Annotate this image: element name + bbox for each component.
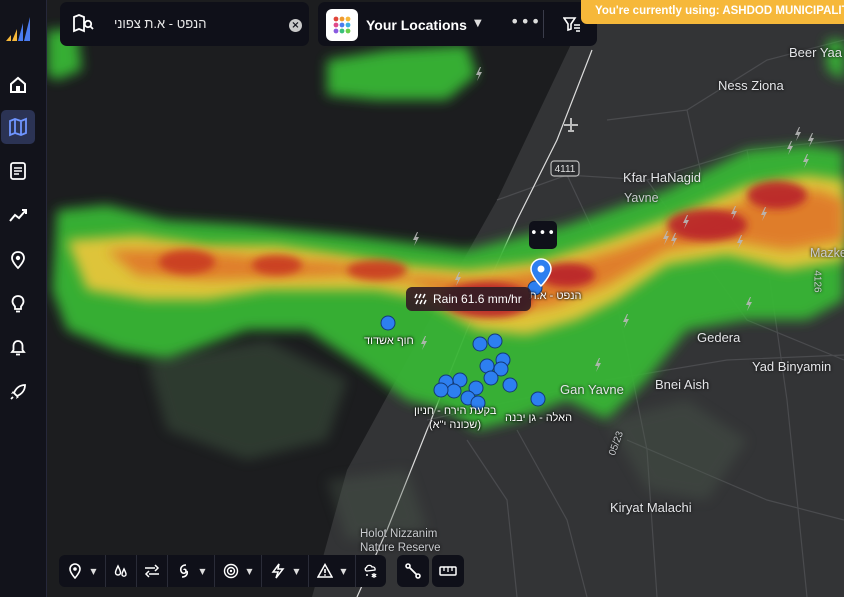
- app-grid-icon: [326, 9, 358, 41]
- location-marker: [446, 383, 462, 399]
- chevron-down-icon[interactable]: ▼: [474, 18, 482, 29]
- radar-layer-button[interactable]: ▼: [215, 555, 262, 587]
- route-icon: [405, 563, 421, 579]
- location-marker: [472, 336, 488, 352]
- place-label: Beer Yaa: [789, 45, 843, 60]
- sidebar-item-reports[interactable]: [1, 154, 35, 188]
- rain-tooltip-text: Rain 61.6 mm/hr: [433, 292, 522, 306]
- raindrops-icon: [114, 564, 127, 577]
- road-shield-label: 4111: [555, 164, 576, 175]
- measure-tool-button[interactable]: [432, 555, 464, 587]
- map-search-icon[interactable]: [72, 14, 94, 34]
- location-label: האלה - גן יבנה: [505, 412, 573, 424]
- warning-icon: [317, 563, 334, 578]
- ruler-icon: [439, 566, 457, 576]
- chevron-down-icon[interactable]: ▼: [293, 567, 299, 576]
- road-label: 4126: [811, 270, 823, 293]
- more-options-icon[interactable]: •••: [510, 12, 541, 31]
- chevron-down-icon[interactable]: ▼: [246, 567, 252, 576]
- location-marker: [380, 315, 396, 331]
- chevron-down-icon[interactable]: ▼: [90, 567, 96, 576]
- map-icon: [9, 117, 27, 137]
- location-search-box[interactable]: הנפט - א.ת צפוני ×: [60, 2, 309, 46]
- your-locations-selector[interactable]: Your Locations ▼ •••: [318, 2, 597, 46]
- map-layers-toolbar: ▼ ▼ ▼ ▼ ▼: [59, 555, 386, 587]
- sidebar-item-home[interactable]: [1, 68, 35, 102]
- location-marker: [487, 333, 503, 349]
- sidebar-item-map[interactable]: [1, 110, 35, 144]
- bell-icon: [10, 340, 26, 356]
- reports-icon: [10, 162, 26, 180]
- snow-cloud-icon: [364, 564, 377, 578]
- sidebar: [0, 0, 47, 597]
- lightning-layer-button[interactable]: ▼: [262, 555, 309, 587]
- sidebar-item-insights[interactable]: [1, 287, 35, 321]
- lightning-icon: [271, 563, 285, 579]
- rain-tooltip: Rain 61.6 mm/hr: [406, 287, 531, 311]
- place-label: Gedera: [697, 330, 741, 345]
- place-label: Holot Nizzanim: [360, 528, 438, 540]
- banner-text: You're currently using: ASHDOD MUNICIPAL…: [595, 5, 844, 17]
- place-label: Yad Binyamin: [752, 359, 832, 374]
- marker-more-button[interactable]: •••: [529, 221, 557, 249]
- place-label: Nature Reserve: [360, 542, 441, 554]
- location-pin-icon: [69, 563, 82, 579]
- chevron-down-icon[interactable]: ▼: [199, 567, 205, 576]
- active-account-banner: You're currently using: ASHDOD MUNICIPAL…: [581, 0, 844, 24]
- rocket-icon: [10, 384, 26, 400]
- place-label: Ness Ziona: [718, 78, 784, 93]
- place-label: Bnei Aish: [655, 377, 710, 392]
- place-label: Gan Yavne: [560, 382, 624, 397]
- location-marker: [530, 391, 546, 407]
- locations-layer-button[interactable]: ▼: [59, 555, 106, 587]
- radar-icon: [224, 563, 239, 579]
- sidebar-item-launch[interactable]: [1, 375, 35, 409]
- wind-layer-button[interactable]: [137, 555, 168, 587]
- location-label: חוף אשדוד: [364, 335, 414, 347]
- place-label: Mazkeret: [810, 246, 844, 260]
- home-icon: [10, 76, 26, 93]
- rain-icon: [414, 293, 427, 305]
- storm-layer-button[interactable]: ▼: [168, 555, 215, 587]
- filter-icon[interactable]: [563, 16, 581, 32]
- more-dots-icon: •••: [529, 226, 556, 241]
- location-pin-icon: [11, 251, 25, 270]
- sidebar-item-locations[interactable]: [1, 243, 35, 277]
- sidebar-item-alerts[interactable]: [1, 331, 35, 365]
- location-label: בקעת הירח - חניון: [414, 405, 497, 417]
- precipitation-layer-button[interactable]: [106, 555, 137, 587]
- alerts-layer-button[interactable]: ▼: [309, 555, 356, 587]
- lightbulb-icon: [11, 295, 25, 313]
- chart-icon: [9, 209, 27, 222]
- place-label: Kfar HaNagid: [623, 170, 702, 185]
- place-label: Yavne: [624, 191, 659, 205]
- location-label: הנפט - א.ת: [529, 290, 582, 302]
- place-label: Kiryat Malachi: [610, 500, 692, 515]
- location-marker: [483, 370, 499, 386]
- wind-icon: [144, 564, 160, 578]
- close-circle-icon[interactable]: ×: [289, 19, 302, 32]
- app-logo-icon[interactable]: [5, 13, 33, 45]
- locations-title[interactable]: Your Locations: [366, 17, 467, 33]
- route-tool-button[interactable]: [397, 555, 429, 587]
- location-marker: [433, 382, 449, 398]
- location-marker: [502, 377, 518, 393]
- location-label: (שכונה י"א): [429, 419, 481, 431]
- divider: [543, 10, 544, 38]
- chevron-down-icon[interactable]: ▼: [340, 567, 346, 576]
- sidebar-item-analytics[interactable]: [1, 198, 35, 232]
- hurricane-icon: [180, 564, 189, 578]
- snow-layer-button[interactable]: [356, 555, 386, 587]
- search-query-text[interactable]: הנפט - א.ת צפוני: [114, 16, 206, 31]
